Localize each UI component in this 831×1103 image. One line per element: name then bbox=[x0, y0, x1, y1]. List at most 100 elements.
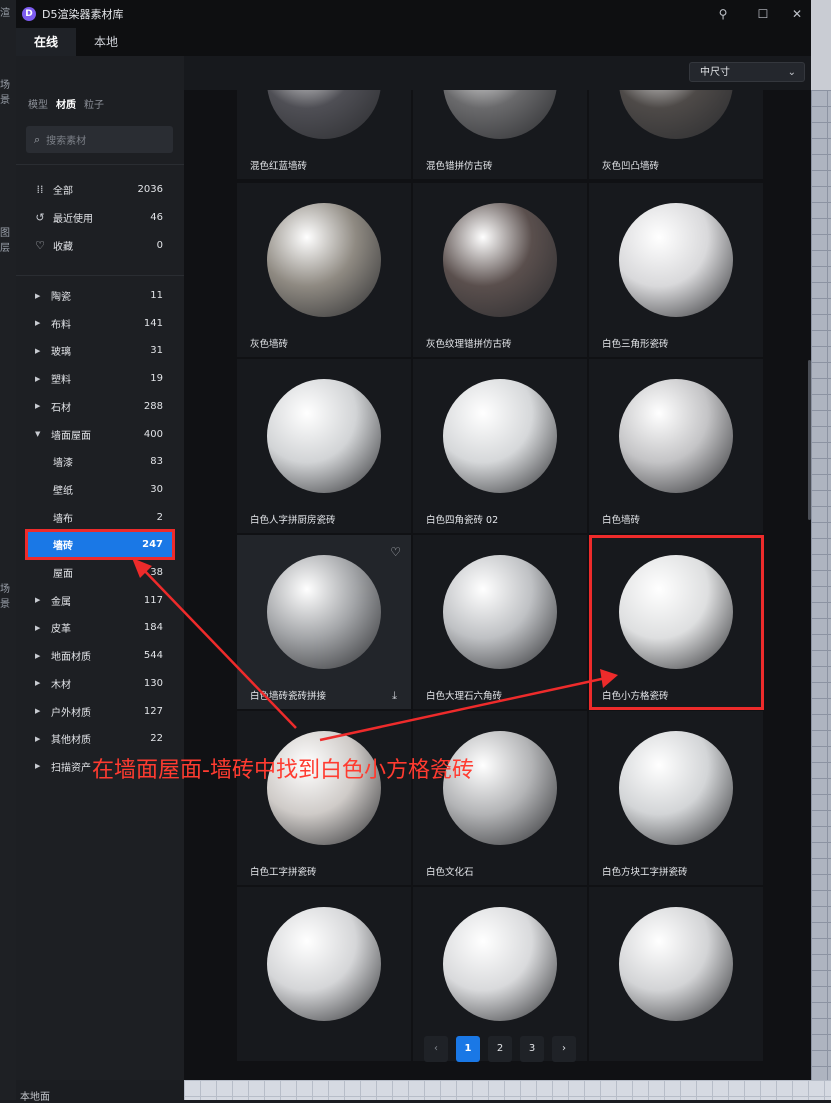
sidebar-category[interactable]: 墙布 2 bbox=[16, 504, 184, 531]
category-tabs: 模型 材质 粒子 bbox=[28, 96, 104, 111]
material-card[interactable]: 白色四角瓷砖 02 bbox=[413, 359, 587, 533]
material-preview-sphere bbox=[443, 90, 557, 139]
scrollbar[interactable] bbox=[808, 360, 811, 520]
material-card[interactable]: 混色错拼仿古砖 bbox=[413, 90, 587, 179]
material-card[interactable]: 灰色凹凸墙砖 bbox=[589, 90, 763, 179]
divider bbox=[16, 275, 184, 276]
material-label: 灰色纹理错拼仿古砖 bbox=[426, 339, 512, 350]
annotation-text: 在墙面屋面-墙砖中找到白色小方格瓷砖 bbox=[92, 758, 474, 783]
material-card[interactable]: 白色文化石 bbox=[413, 711, 587, 885]
sidebar-item-label: 全部 bbox=[53, 186, 73, 197]
background-app-left: 渲 场景 图层 场景 bbox=[0, 0, 16, 1100]
material-card[interactable]: 白色三角形瓷砖 bbox=[589, 183, 763, 357]
title-bar[interactable]: D D5渲染器素材库 ⚲ ☐ ✕ bbox=[16, 0, 811, 28]
caret-right-icon: ▶ bbox=[35, 402, 41, 411]
material-preview-sphere bbox=[619, 203, 733, 317]
sidebar-item-all[interactable]: ⁞⁞ 全部 2036 bbox=[16, 176, 184, 203]
search-input[interactable]: ⌕ 搜索素材 bbox=[26, 126, 173, 153]
material-card[interactable]: 灰色墙砖 bbox=[237, 183, 411, 357]
material-card[interactable]: 白色人字拼厨房瓷砖 bbox=[237, 359, 411, 533]
sidebar-category-label: 墙漆 bbox=[53, 458, 73, 470]
page-button[interactable]: 1 bbox=[456, 1036, 480, 1062]
window-title: D5渲染器素材库 bbox=[42, 8, 124, 21]
sidebar-item-label: 最近使用 bbox=[53, 214, 93, 225]
caret-right-icon: ▶ bbox=[35, 319, 41, 328]
sidebar-category[interactable]: ▼ 墙面屋面 400 bbox=[16, 421, 184, 448]
sidebar-item-count: 0 bbox=[156, 240, 163, 251]
background-viewport-grid-bottom bbox=[184, 1080, 831, 1100]
material-preview-sphere bbox=[443, 555, 557, 669]
material-card[interactable]: 白色方块工字拼瓷砖 bbox=[589, 711, 763, 885]
sidebar-category-count: 130 bbox=[143, 677, 163, 689]
sidebar-category[interactable]: 壁纸 30 bbox=[16, 476, 184, 503]
sidebar-category-label: 金属 bbox=[51, 596, 71, 608]
size-select[interactable]: 中尺寸 ⌄ bbox=[689, 62, 805, 82]
sidebar-category[interactable]: ▶ 布料 141 bbox=[16, 310, 184, 337]
sidebar-category-count: 19 bbox=[150, 373, 163, 385]
sidebar-category[interactable]: ▶ 石材 288 bbox=[16, 393, 184, 420]
sidebar-item-favorites[interactable]: ♡ 收藏 0 bbox=[16, 232, 184, 259]
material-card[interactable] bbox=[413, 887, 587, 1061]
sidebar-category[interactable]: ▶ 地面材质 544 bbox=[16, 642, 184, 669]
sidebar-category-label: 屋面 bbox=[53, 569, 73, 580]
sidebar-category-label: 其他材质 bbox=[51, 735, 91, 747]
favorite-heart-icon[interactable]: ♡ bbox=[390, 545, 401, 559]
sidebar-category[interactable]: ▶ 陶瓷 11 bbox=[16, 282, 184, 309]
material-card[interactable]: 白色墙砖 bbox=[589, 359, 763, 533]
sidebar-category[interactable]: ▶ 玻璃 31 bbox=[16, 337, 184, 364]
sidebar-item-recent[interactable]: ↺ 最近使用 46 bbox=[16, 204, 184, 231]
caret-right-icon: ▶ bbox=[35, 762, 41, 771]
close-icon[interactable]: ✕ bbox=[789, 6, 805, 22]
sidebar-category-label: 墙面屋面 bbox=[51, 430, 91, 442]
material-label: 灰色凹凸墙砖 bbox=[602, 161, 660, 172]
pagination: ‹ 1 2 3 › bbox=[424, 1036, 576, 1062]
sidebar-category[interactable]: ▶ 金属 117 bbox=[16, 587, 184, 614]
sidebar-category-label: 布料 bbox=[51, 319, 71, 331]
tab-online[interactable]: 在线 bbox=[16, 28, 77, 56]
page-button[interactable]: 2 bbox=[488, 1036, 512, 1062]
pin-icon[interactable]: ⚲ bbox=[715, 6, 731, 22]
tab-material[interactable]: 材质 bbox=[56, 96, 76, 111]
page-button[interactable]: 3 bbox=[520, 1036, 544, 1062]
grid-icon: ⁞⁞ bbox=[36, 183, 44, 196]
material-label: 白色墙砖 bbox=[602, 515, 641, 526]
background-viewport-grid bbox=[811, 90, 831, 1100]
sidebar-category-label: 石材 bbox=[51, 402, 71, 414]
sidebar-category-count: 22 bbox=[150, 733, 163, 745]
download-icon[interactable]: ⤓ bbox=[392, 689, 397, 703]
sidebar-category[interactable]: ▶ 皮革 184 bbox=[16, 614, 184, 641]
tab-model[interactable]: 模型 bbox=[28, 96, 48, 111]
search-placeholder: 搜索素材 bbox=[46, 136, 87, 147]
material-card[interactable] bbox=[589, 887, 763, 1061]
material-preview-sphere bbox=[619, 731, 733, 845]
tab-particle[interactable]: 粒子 bbox=[84, 96, 104, 111]
sidebar-category[interactable]: ▶ 塑料 19 bbox=[16, 365, 184, 392]
material-label: 白色大理石六角砖 bbox=[426, 691, 503, 702]
material-card[interactable]: 混色红蓝墙砖 bbox=[237, 90, 411, 179]
material-label: 混色红蓝墙砖 bbox=[250, 161, 308, 172]
sidebar-category[interactable]: ▶ 其他材质 22 bbox=[16, 725, 184, 752]
sidebar-category[interactable]: ▶ 户外材质 127 bbox=[16, 698, 184, 725]
sidebar-category[interactable]: 墙漆 83 bbox=[16, 448, 184, 475]
sidebar-category[interactable]: 屋面 38 bbox=[16, 559, 184, 586]
material-card[interactable]: 白色工字拼瓷砖 bbox=[237, 711, 411, 885]
material-card[interactable]: 灰色纹理错拼仿古砖 bbox=[413, 183, 587, 357]
material-card[interactable]: 白色墙砖瓷砖拼接 ♡ ⤓ bbox=[237, 535, 411, 709]
caret-right-icon: ▶ bbox=[35, 346, 41, 355]
material-preview-sphere bbox=[619, 379, 733, 493]
caret-right-icon: ▶ bbox=[35, 707, 41, 715]
heart-icon: ♡ bbox=[35, 239, 45, 252]
material-label: 白色工字拼瓷砖 bbox=[250, 867, 317, 878]
prev-page-button[interactable]: ‹ bbox=[424, 1036, 448, 1062]
material-card[interactable]: 白色大理石六角砖 bbox=[413, 535, 587, 709]
caret-right-icon: ▶ bbox=[35, 651, 41, 660]
sidebar-category-count: 38 bbox=[150, 567, 163, 578]
divider bbox=[16, 164, 184, 165]
tab-local[interactable]: 本地 bbox=[76, 28, 136, 56]
material-label: 白色文化石 bbox=[426, 867, 474, 878]
sidebar-category[interactable]: ▶ 木材 130 bbox=[16, 670, 184, 697]
sidebar-category-label: 玻璃 bbox=[51, 347, 71, 359]
next-page-button[interactable]: › bbox=[552, 1036, 576, 1062]
maximize-icon[interactable]: ☐ bbox=[755, 6, 771, 22]
material-card[interactable] bbox=[237, 887, 411, 1061]
